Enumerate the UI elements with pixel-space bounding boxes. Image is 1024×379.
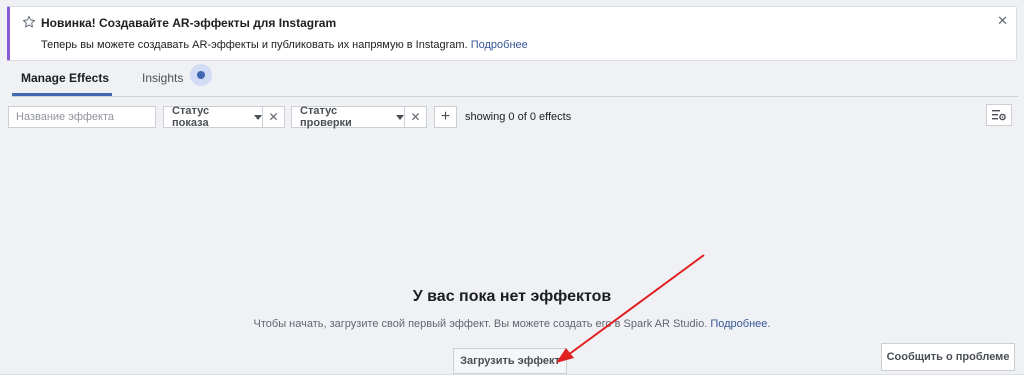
status-review-label: Статус проверки bbox=[300, 105, 352, 129]
tab-divider bbox=[12, 96, 1018, 97]
clear-status-show-button[interactable]: ✕ bbox=[263, 106, 285, 128]
effect-name-search-input[interactable] bbox=[8, 106, 156, 128]
notice-learn-more-link[interactable]: Подробнее bbox=[471, 39, 528, 51]
caret-down-icon bbox=[396, 114, 404, 120]
empty-state-text: Чтобы начать, загрузите свой первый эффе… bbox=[253, 318, 708, 330]
add-filter-button[interactable]: + bbox=[434, 106, 457, 128]
footer-strip bbox=[0, 374, 1024, 379]
clear-status-review-button[interactable]: ✕ bbox=[405, 106, 427, 128]
notice-banner: Новинка! Создавайте AR-эффекты для Insta… bbox=[7, 6, 1017, 61]
caret-down-icon bbox=[254, 114, 262, 120]
pulse-beacon-icon[interactable] bbox=[190, 64, 212, 86]
empty-state-title: У вас пока нет эффектов bbox=[412, 288, 612, 305]
empty-state-description: Чтобы начать, загрузите свой первый эффе… bbox=[0, 318, 1024, 330]
notice-text: Теперь вы можете создавать AR-эффекты и … bbox=[41, 39, 468, 51]
tab-manage-effects[interactable]: Manage Effects bbox=[21, 71, 109, 85]
status-show-dropdown[interactable]: Статус показа bbox=[163, 105, 263, 129]
report-problem-button[interactable]: Сообщить о проблеме bbox=[881, 343, 1015, 371]
tab-insights[interactable]: Insights bbox=[142, 71, 183, 85]
empty-state-learn-more-link[interactable]: Подробнее. bbox=[710, 318, 770, 330]
notice-body: Теперь вы можете создавать AR-эффекты и … bbox=[41, 39, 528, 51]
tab-bar: Manage Effects Insights bbox=[0, 61, 1024, 97]
column-settings-button[interactable] bbox=[986, 104, 1012, 126]
status-review-dropdown[interactable]: Статус проверки bbox=[291, 105, 405, 129]
results-count: showing 0 of 0 effects bbox=[465, 111, 572, 123]
close-icon[interactable]: ✕ bbox=[997, 13, 1008, 29]
status-show-label: Статус показа bbox=[172, 105, 210, 129]
list-settings-icon bbox=[992, 110, 1006, 121]
upload-effect-button[interactable]: Загрузить эффект bbox=[453, 348, 567, 374]
star-icon bbox=[22, 15, 36, 28]
notice-title: Новинка! Создавайте AR-эффекты для Insta… bbox=[41, 16, 337, 30]
